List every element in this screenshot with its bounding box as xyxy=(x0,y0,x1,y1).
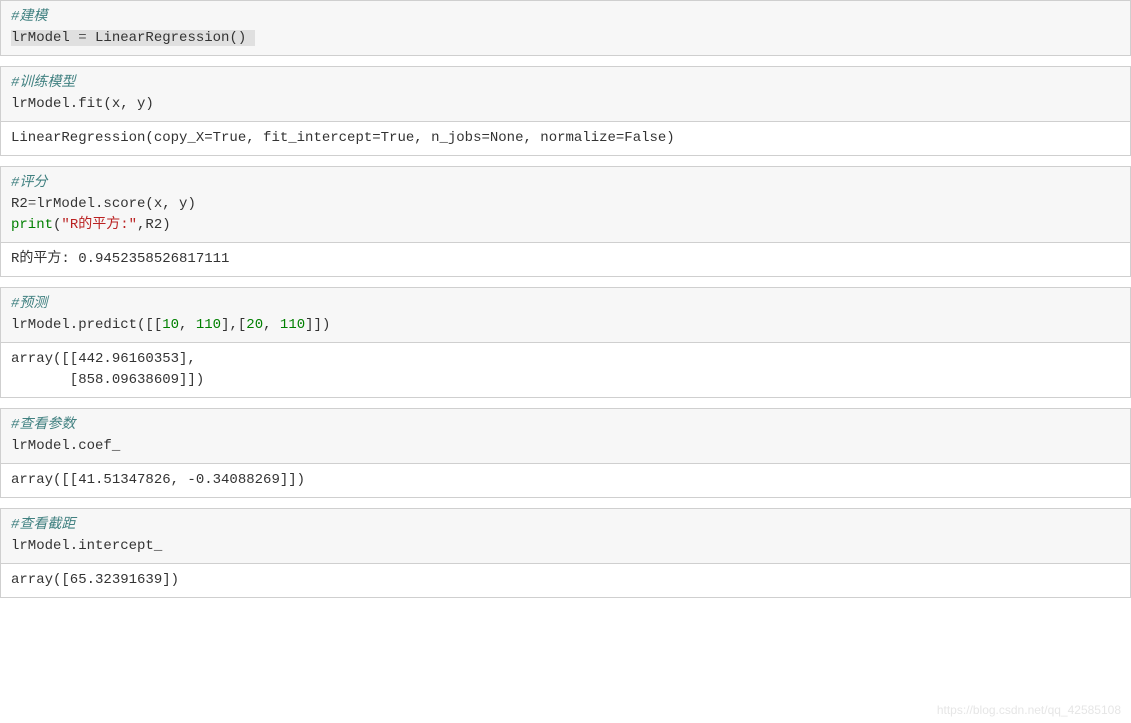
code-token: , xyxy=(179,317,196,333)
code-token: print xyxy=(11,217,53,233)
code-cell: #评分 R2=lrModel.score(x, y) print("R的平方:"… xyxy=(0,166,1131,277)
cell-input[interactable]: #训练模型 lrModel.fit(x, y) xyxy=(1,67,1130,122)
code-token: #查看参数 xyxy=(11,417,75,433)
code-token: lrModel xyxy=(11,30,78,46)
cell-output: array([65.32391639]) xyxy=(1,564,1130,597)
code-token: 110 xyxy=(280,317,305,333)
cell-output: array([[41.51347826, -0.34088269]]) xyxy=(1,464,1130,497)
code-token: , xyxy=(263,317,280,333)
cell-input[interactable]: #查看截距 lrModel.intercept_ xyxy=(1,509,1130,564)
cell-output: R的平方: 0.9452358526817111 xyxy=(1,243,1130,276)
cell-output: LinearRegression(copy_X=True, fit_interc… xyxy=(1,122,1130,155)
code-token: ,R2) xyxy=(137,217,171,233)
cell-output: array([[442.96160353], [858.09638609]]) xyxy=(1,343,1130,397)
code-token: #评分 xyxy=(11,175,47,191)
code-token: ]]) xyxy=(305,317,330,333)
code-token: lrModel.fit(x, y) xyxy=(11,96,154,112)
code-token: "R的平方:" xyxy=(61,217,137,233)
code-token: = xyxy=(28,196,36,212)
code-token: 10 xyxy=(162,317,179,333)
code-token: LinearRegression() xyxy=(87,30,255,46)
cell-input[interactable]: #预测 lrModel.predict([[10, 110],[20, 110]… xyxy=(1,288,1130,343)
code-token: = xyxy=(78,30,86,46)
cell-input[interactable]: #查看参数 lrModel.coef_ xyxy=(1,409,1130,464)
code-cell: #查看参数 lrModel.coef_array([[41.51347826, … xyxy=(0,408,1131,498)
code-token: lrModel.score(x, y) xyxy=(36,196,196,212)
cell-input[interactable]: #建模 lrModel = LinearRegression() xyxy=(1,1,1130,55)
notebook-cells: #建模 lrModel = LinearRegression() #训练模型 l… xyxy=(0,0,1131,598)
code-token: lrModel.predict([[ xyxy=(11,317,162,333)
code-token: ],[ xyxy=(221,317,246,333)
code-cell: #查看截距 lrModel.intercept_array([65.323916… xyxy=(0,508,1131,598)
code-token: #建模 xyxy=(11,9,47,25)
watermark: https://blog.csdn.net/qq_42585108 xyxy=(937,703,1121,717)
code-token: lrModel.intercept_ xyxy=(11,538,162,554)
code-token: R2 xyxy=(11,196,28,212)
code-token: #查看截距 xyxy=(11,517,75,533)
code-token: 110 xyxy=(196,317,221,333)
code-cell: #训练模型 lrModel.fit(x, y)LinearRegression(… xyxy=(0,66,1131,156)
cell-input[interactable]: #评分 R2=lrModel.score(x, y) print("R的平方:"… xyxy=(1,167,1130,243)
code-token: #训练模型 xyxy=(11,75,75,91)
code-token: 20 xyxy=(246,317,263,333)
code-cell: #预测 lrModel.predict([[10, 110],[20, 110]… xyxy=(0,287,1131,398)
code-token: lrModel.coef_ xyxy=(11,438,120,454)
code-cell: #建模 lrModel = LinearRegression() xyxy=(0,0,1131,56)
code-token: #预测 xyxy=(11,296,47,312)
